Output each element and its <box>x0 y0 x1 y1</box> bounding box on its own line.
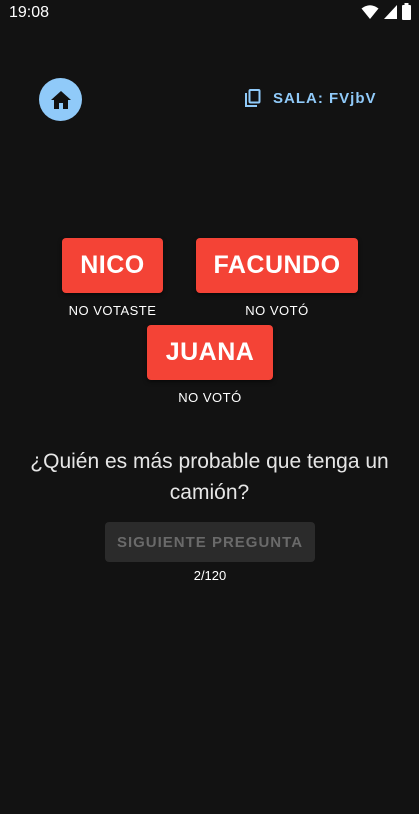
wifi-icon <box>361 4 379 19</box>
player-button-juana[interactable]: JUANA <box>147 325 273 380</box>
battery-icon <box>402 3 411 20</box>
status-bar: 19:08 <box>0 0 419 26</box>
question-text: ¿Quién es más probable que tenga un cami… <box>30 450 389 504</box>
player-vote-status-nico: NO VOTASTE <box>68 303 157 318</box>
player-button-nico[interactable]: NICO <box>62 238 163 293</box>
room-code-button[interactable]: SALA: FVjbV <box>245 87 377 109</box>
player-vote-status-juana: NO VOTÓ <box>178 390 242 405</box>
home-icon <box>50 90 71 109</box>
home-button[interactable] <box>39 78 82 121</box>
status-time: 19:08 <box>9 4 50 21</box>
player-vote-status-facundo: NO VOTÓ <box>245 303 309 318</box>
next-question-button[interactable]: SIGUIENTE PREGUNTA <box>105 522 315 562</box>
status-icons <box>361 3 411 20</box>
signal-icon <box>384 4 397 19</box>
player-button-facundo[interactable]: FACUNDO <box>196 238 358 293</box>
question-progress: 2/120 <box>193 568 227 583</box>
copy-icon <box>245 89 261 107</box>
room-code-label: SALA: FVjbV <box>273 89 377 107</box>
